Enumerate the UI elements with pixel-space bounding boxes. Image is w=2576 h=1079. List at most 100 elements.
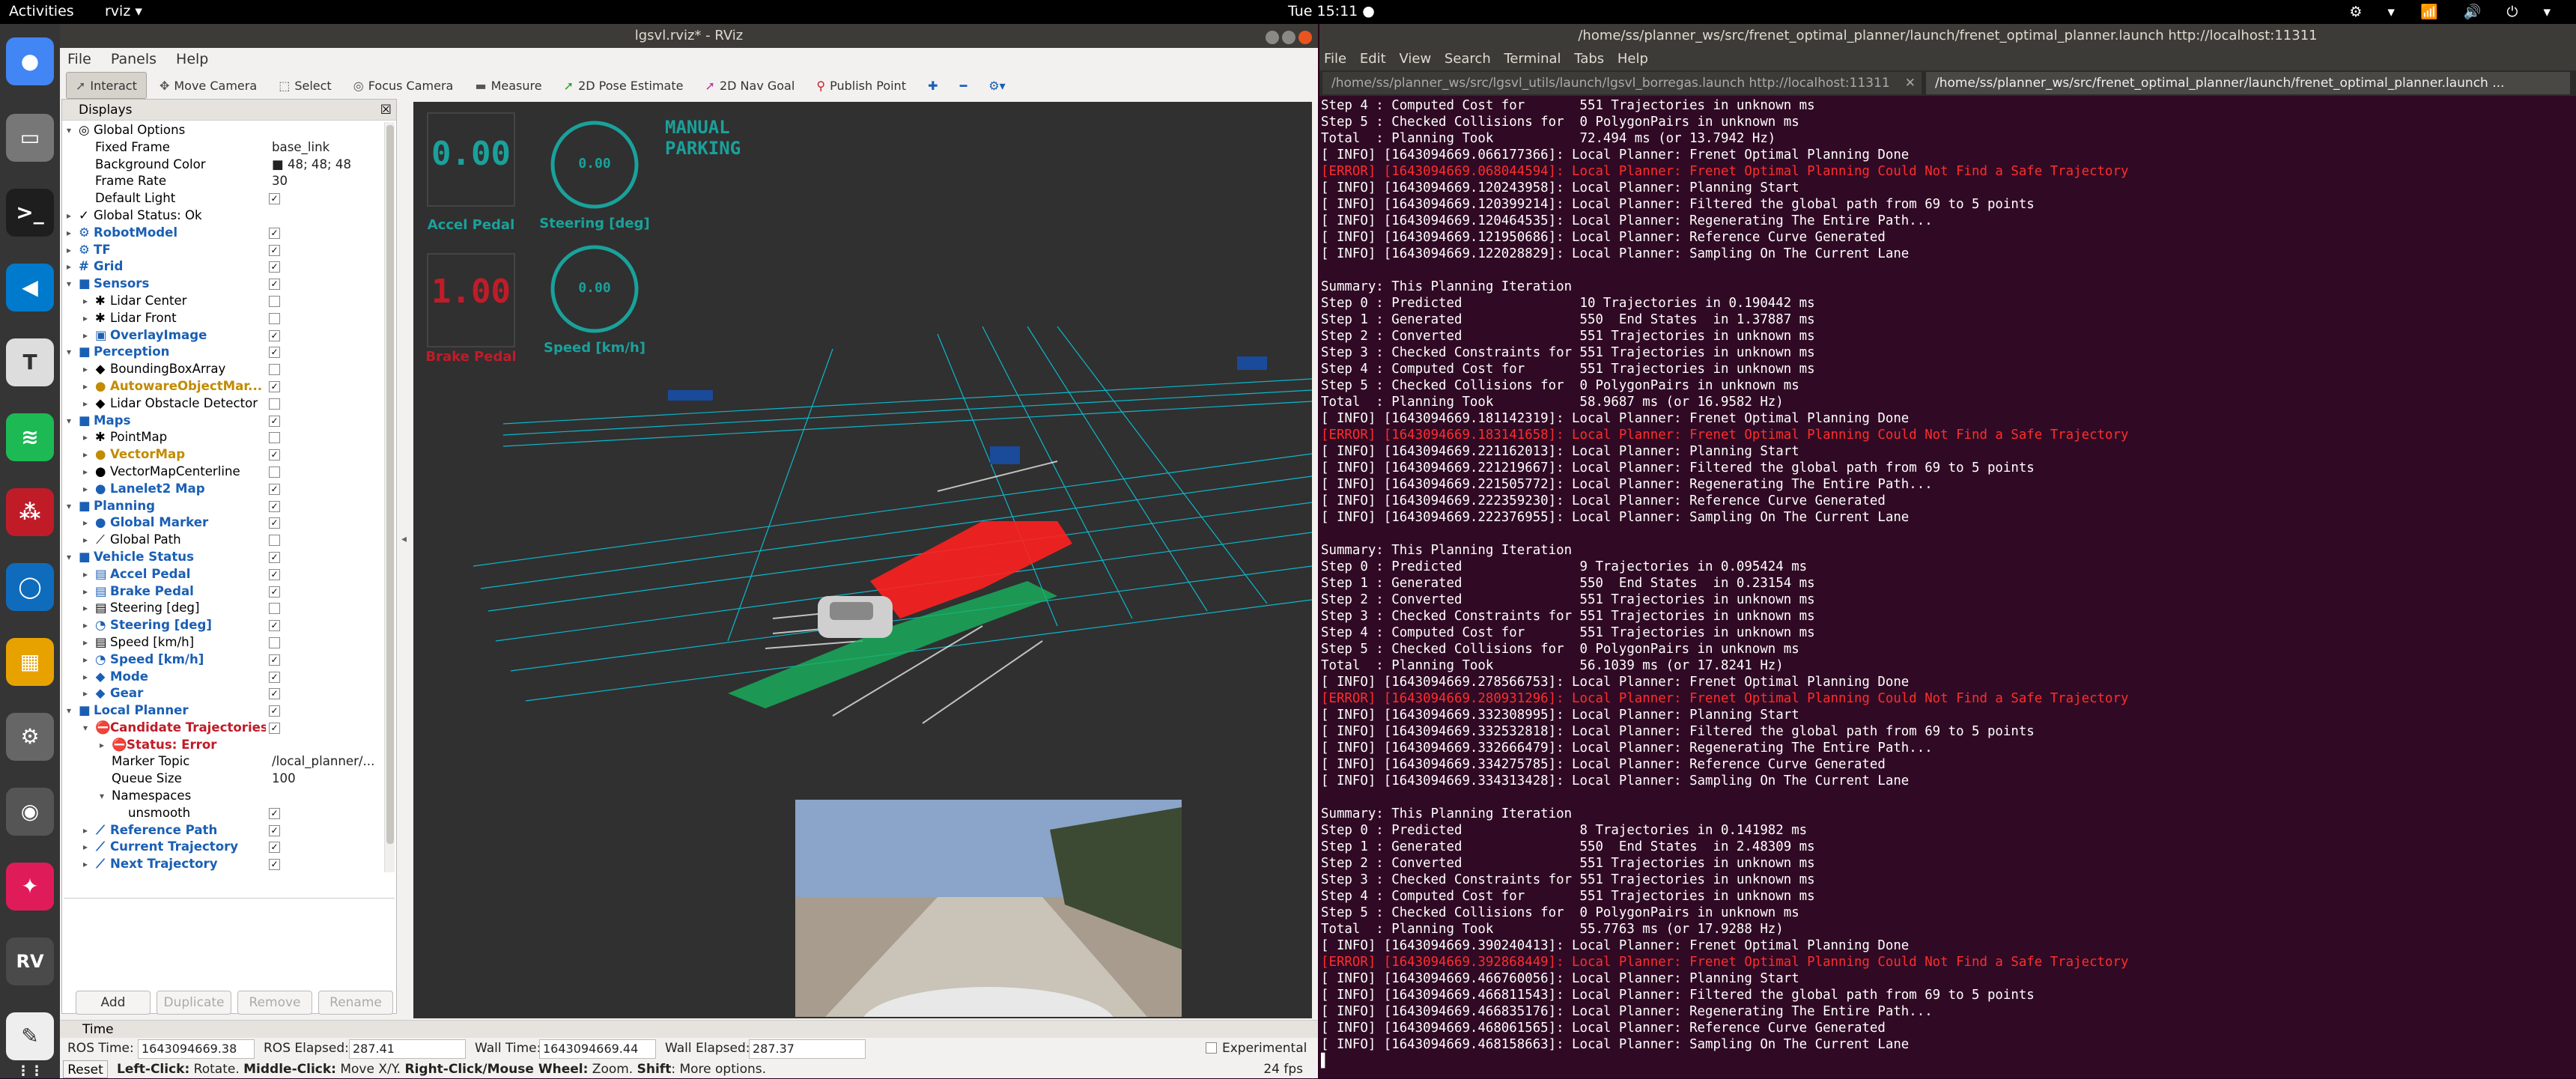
terminal-menu-file[interactable]: File	[1319, 48, 1351, 70]
expand-right-icon[interactable]: ▸	[83, 856, 88, 872]
property-value[interactable]: ■ 48; 48; 48	[272, 156, 351, 174]
scrollbar-thumb[interactable]	[386, 125, 394, 844]
display-checkbox[interactable]: ✓	[269, 551, 280, 563]
display-checkbox[interactable]: ✓	[269, 244, 280, 256]
expand-right-icon[interactable]: ▸	[83, 634, 88, 651]
display-checkbox[interactable]: ✓	[269, 517, 280, 529]
display-tree-row[interactable]: ▸ ▤ Steering [deg]	[62, 600, 384, 617]
property-value[interactable]: 30	[272, 173, 288, 190]
camera-app-icon[interactable]: ◉	[6, 788, 54, 836]
display-checkbox[interactable]	[269, 432, 280, 444]
expand-right-icon[interactable]: ▸	[67, 207, 71, 225]
menu-panels[interactable]: Panels	[103, 48, 164, 70]
expand-down-icon[interactable]: ▾	[100, 788, 104, 805]
display-checkbox[interactable]: ✓	[269, 859, 280, 871]
minimize-button[interactable]	[1266, 31, 1279, 44]
expand-right-icon[interactable]: ▸	[83, 685, 88, 702]
display-checkbox[interactable]: ✓	[269, 620, 280, 632]
display-checkbox[interactable]: ✓	[269, 449, 280, 461]
expand-right-icon[interactable]: ▸	[83, 361, 88, 378]
add-tool-button[interactable]: ✚	[919, 73, 947, 100]
expand-right-icon[interactable]: ▸	[83, 514, 88, 532]
display-checkbox[interactable]: ✓	[269, 483, 280, 495]
expand-right-icon[interactable]: ▸	[83, 669, 88, 686]
display-tree-row[interactable]: ▸ ◔ Speed [km/h] ✓	[62, 651, 384, 669]
display-checkbox[interactable]: ✓	[269, 193, 280, 205]
display-tree-row[interactable]: ▸ ✓ Global Status: Ok	[62, 207, 384, 225]
display-tree-row[interactable]: Frame Rate 30	[62, 173, 384, 190]
expand-right-icon[interactable]: ▸	[83, 566, 88, 583]
display-tree-row[interactable]: Marker Topic/local_planner/...	[62, 753, 384, 771]
display-checkbox[interactable]	[269, 295, 280, 307]
experimental-checkbox[interactable]	[1206, 1042, 1217, 1054]
display-tree-row[interactable]: ▾ ◎ Global Options	[62, 122, 384, 139]
clock[interactable]: Tue 15:11 ●	[1288, 3, 1375, 19]
display-checkbox[interactable]: ✓	[269, 654, 280, 666]
expand-down-icon[interactable]: ▾	[67, 122, 71, 139]
add-display-button[interactable]: Add	[76, 991, 151, 1015]
duplicate-button[interactable]: Duplicate	[157, 991, 231, 1015]
expand-right-icon[interactable]: ▸	[83, 463, 88, 481]
terminal-menu-edit[interactable]: Edit	[1355, 48, 1391, 70]
3d-view[interactable]: 0.00 Accel Pedal 1.00 Brake Pedal 0.00 S…	[413, 102, 1312, 1018]
vscode-icon[interactable]: ◀	[6, 264, 54, 311]
tool-2d-nav-goal[interactable]: ➚ 2D Nav Goal	[696, 73, 804, 100]
expand-right-icon[interactable]: ▸	[83, 583, 88, 601]
expand-right-icon[interactable]: ▸	[83, 651, 88, 669]
expand-right-icon[interactable]: ▸	[83, 378, 88, 395]
menu-file[interactable]: File	[60, 48, 99, 70]
display-tree-row[interactable]: ▾ ■ Local Planner ✓	[62, 702, 384, 720]
tool-interact[interactable]: ➚ Interact	[66, 72, 147, 99]
display-checkbox[interactable]: ✓	[269, 824, 280, 836]
chrome-icon[interactable]: ●	[6, 37, 54, 85]
expand-right-icon[interactable]: ▸	[67, 225, 71, 242]
terminal-tab-1[interactable]: /home/ss/planner_ws/src/lgsvl_utils/laun…	[1322, 72, 1922, 94]
expand-right-icon[interactable]: ▸	[83, 446, 88, 463]
display-checkbox[interactable]: ✓	[269, 568, 280, 580]
display-checkbox[interactable]	[269, 466, 280, 478]
files-icon[interactable]: ▭	[6, 114, 54, 162]
display-tree-row[interactable]: ▸ ⚙ TF ✓	[62, 242, 384, 259]
display-tree-row[interactable]: ▸ ◆ Gear ✓	[62, 685, 384, 702]
display-tree-row[interactable]: ▾ ■ Vehicle Status ✓	[62, 549, 384, 566]
display-tree-row[interactable]: ▸ ▤ Accel Pedal ✓	[62, 566, 384, 583]
display-tree-row[interactable]: ▸ ◆ Lidar Obstacle Detector	[62, 395, 384, 413]
display-tree-row[interactable]: Queue Size 100	[62, 771, 384, 788]
calendar-icon[interactable]: ▦	[6, 638, 54, 686]
system-tray[interactable]: ⚙ ▾ 📶 🔊 ⏻ ▾	[2349, 3, 2561, 20]
display-tree-row[interactable]: ▸ ● AutowareObjectMar... ✓	[62, 378, 384, 395]
display-checkbox[interactable]	[269, 398, 280, 410]
app-menu[interactable]: rviz ▾	[105, 3, 142, 19]
tool-2d-pose-estimate[interactable]: ➚ 2D Pose Estimate	[555, 73, 693, 100]
display-tree-row[interactable]: ▸ ⟋ Reference Path ✓	[62, 822, 384, 839]
expand-right-icon[interactable]: ▸	[83, 293, 88, 310]
display-checkbox[interactable]: ✓	[269, 347, 280, 359]
display-checkbox[interactable]: ✓	[269, 722, 280, 734]
terminal-icon[interactable]: >_	[6, 189, 54, 237]
display-tree-row[interactable]: ▾ ■ Maps ✓	[62, 413, 384, 430]
display-tree-row[interactable]: ▸ ● Global Marker ✓	[62, 514, 384, 532]
property-value[interactable]: 100	[272, 771, 296, 788]
display-tree-row[interactable]: ▸ ⟋ Next Trajectory ✓	[62, 856, 384, 872]
display-tree-row[interactable]: ▸ ● Lanelet2 Map ✓	[62, 481, 384, 498]
ros-time-field[interactable]: 1643094669.38	[138, 1039, 255, 1059]
display-tree-row[interactable]: ▸ ⟋ Global Path	[62, 532, 384, 549]
tool-move-camera[interactable]: ✥ Move Camera	[151, 73, 266, 100]
sync-icon[interactable]: ◯	[6, 563, 54, 611]
close-tab-icon[interactable]: ✕	[1905, 72, 1916, 94]
display-tree-row[interactable]: ▾ ⛔Candidate Trajectories ✓	[62, 720, 384, 737]
display-tree-row[interactable]: ▸ ✱ Lidar Front	[62, 310, 384, 327]
display-checkbox[interactable]	[269, 364, 280, 376]
remove-tool-button[interactable]: ━	[951, 73, 976, 100]
display-tree-row[interactable]: ▸ ✱ Lidar Center	[62, 293, 384, 310]
display-tree-row[interactable]: ▸ ▣ OverlayImage ✓	[62, 327, 384, 344]
display-tree-row[interactable]: ▾ ■ Perception ✓	[62, 344, 384, 361]
maximize-button[interactable]	[1282, 31, 1295, 44]
display-tree-row[interactable]: ▸ ⚙ RobotModel ✓	[62, 225, 384, 242]
expand-down-icon[interactable]: ▾	[67, 702, 71, 720]
rviz-icon[interactable]: RV	[6, 937, 54, 985]
tool-measure[interactable]: ▬ Measure	[466, 73, 550, 100]
terminal-menu-help[interactable]: Help	[1613, 48, 1653, 70]
display-checkbox[interactable]: ✓	[269, 586, 280, 598]
display-checkbox[interactable]: ✓	[269, 671, 280, 683]
